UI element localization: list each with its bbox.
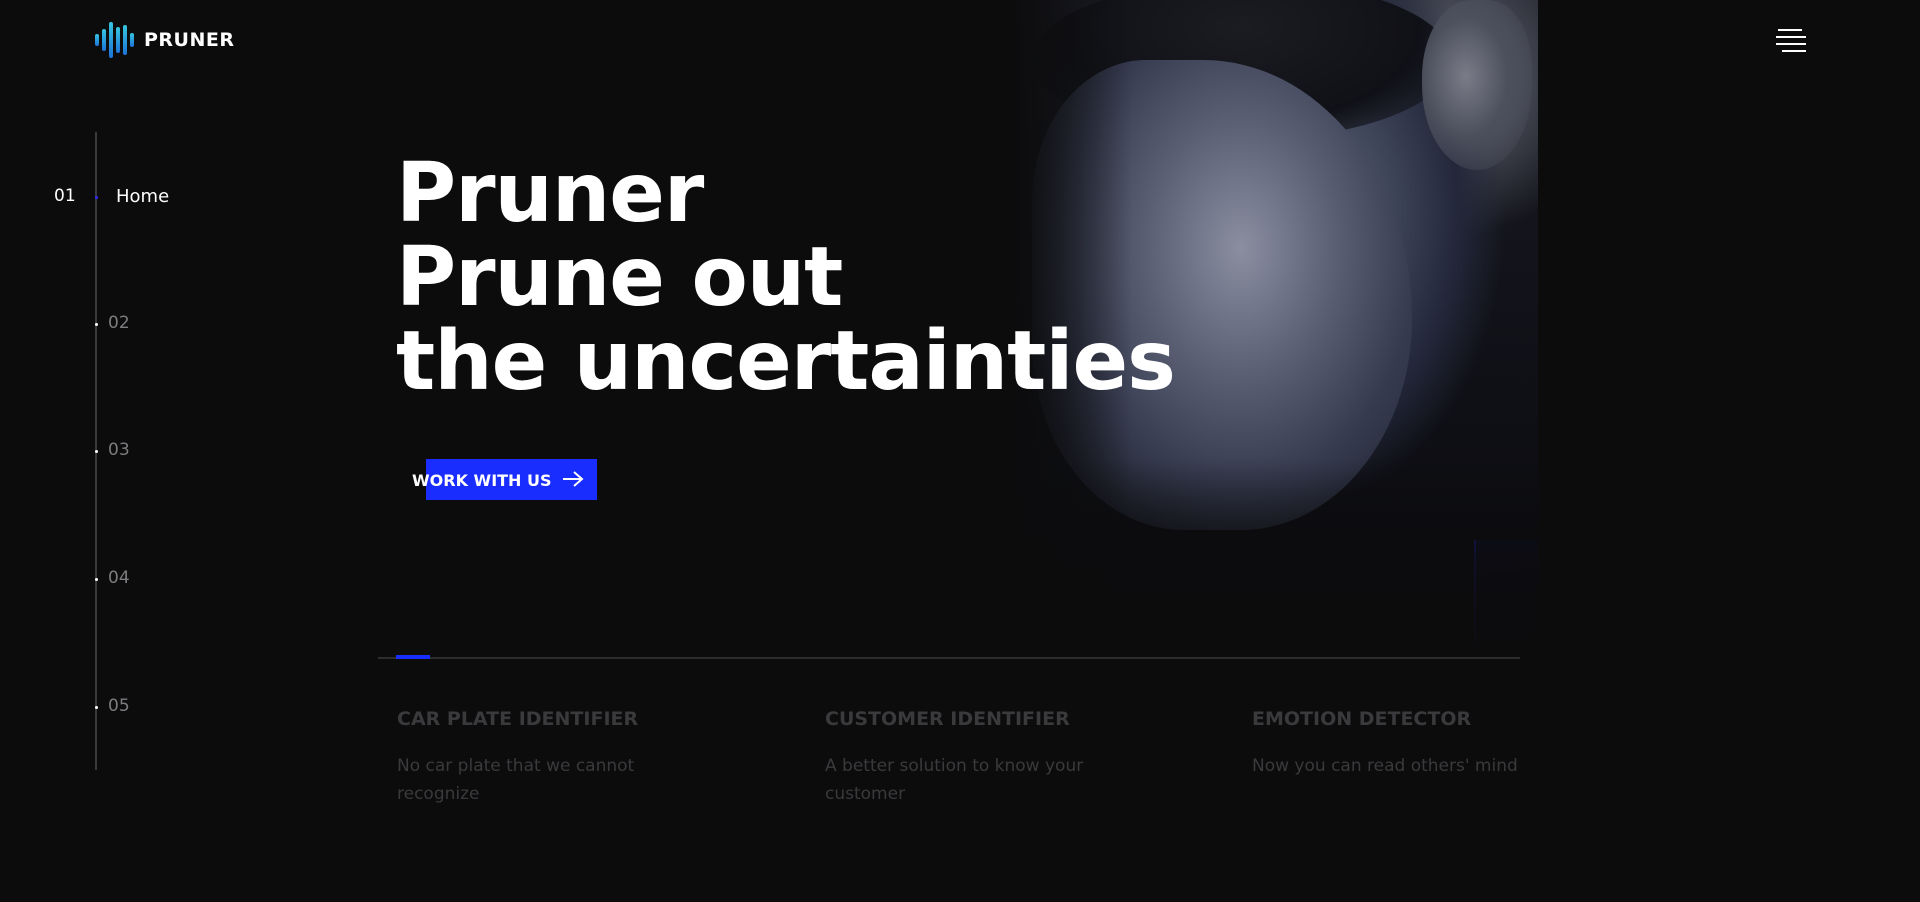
feature-emotion: EMOTION DETECTOR Now you can read others… — [1252, 708, 1582, 780]
slider-progress-fill — [396, 655, 430, 659]
nav-dot — [95, 578, 98, 581]
nav-item-number: 03 — [108, 440, 130, 460]
work-with-us-button[interactable]: WORK WITH US — [412, 459, 597, 500]
feature-title: CUSTOMER IDENTIFIER — [825, 708, 1070, 730]
nav-item-02[interactable]: 02 — [0, 313, 200, 337]
feature-description: Now you can read others' mind — [1252, 756, 1518, 776]
cta-label: WORK WITH US — [412, 471, 552, 490]
nav-item-03[interactable]: 03 — [0, 440, 200, 464]
feature-title: CAR PLATE IDENTIFIER — [397, 708, 639, 730]
nav-dot — [95, 323, 98, 326]
nav-dot — [95, 450, 98, 453]
hero-title: Pruner Prune out the uncertainties — [396, 146, 1176, 409]
nav-item-number: 04 — [108, 568, 130, 588]
nav-item-label: Home — [116, 186, 170, 207]
nav-item-05[interactable]: 05 — [0, 696, 200, 720]
nav-dot — [95, 706, 98, 709]
nav-item-number: 02 — [108, 313, 130, 333]
slider-progress-track — [378, 655, 1520, 659]
brand-logo[interactable]: PRUNER — [95, 22, 235, 58]
nav-item-home[interactable]: 01 Home — [0, 186, 200, 210]
nav-item-number: 01 — [54, 186, 76, 206]
hero-title-line: Pruner — [396, 146, 704, 241]
feature-title: EMOTION DETECTOR — [1252, 708, 1472, 730]
section-nav: 01 Home 02 03 04 05 — [0, 132, 200, 772]
arrow-right-icon — [563, 471, 584, 487]
hero-title-line: the uncertainties — [396, 314, 1176, 409]
nav-item-number: 05 — [108, 696, 130, 716]
hamburger-menu-icon[interactable] — [1776, 28, 1808, 52]
soundwave-logo-icon — [95, 22, 134, 58]
nav-item-04[interactable]: 04 — [0, 568, 200, 592]
feature-description: A better solution to know your customer — [825, 756, 1084, 804]
feature-description: No car plate that we cannot recognize — [397, 756, 635, 804]
brand-name: PRUNER — [144, 29, 235, 51]
feature-customer: CUSTOMER IDENTIFIER A better solution to… — [825, 708, 1155, 808]
feature-car-plate: CAR PLATE IDENTIFIER No car plate that w… — [397, 708, 727, 808]
page: PRUNER 01 Home 02 03 04 05 Pruner Prune … — [0, 0, 1920, 902]
hero-title-line: Prune out — [396, 230, 843, 325]
nav-dot — [95, 196, 98, 199]
